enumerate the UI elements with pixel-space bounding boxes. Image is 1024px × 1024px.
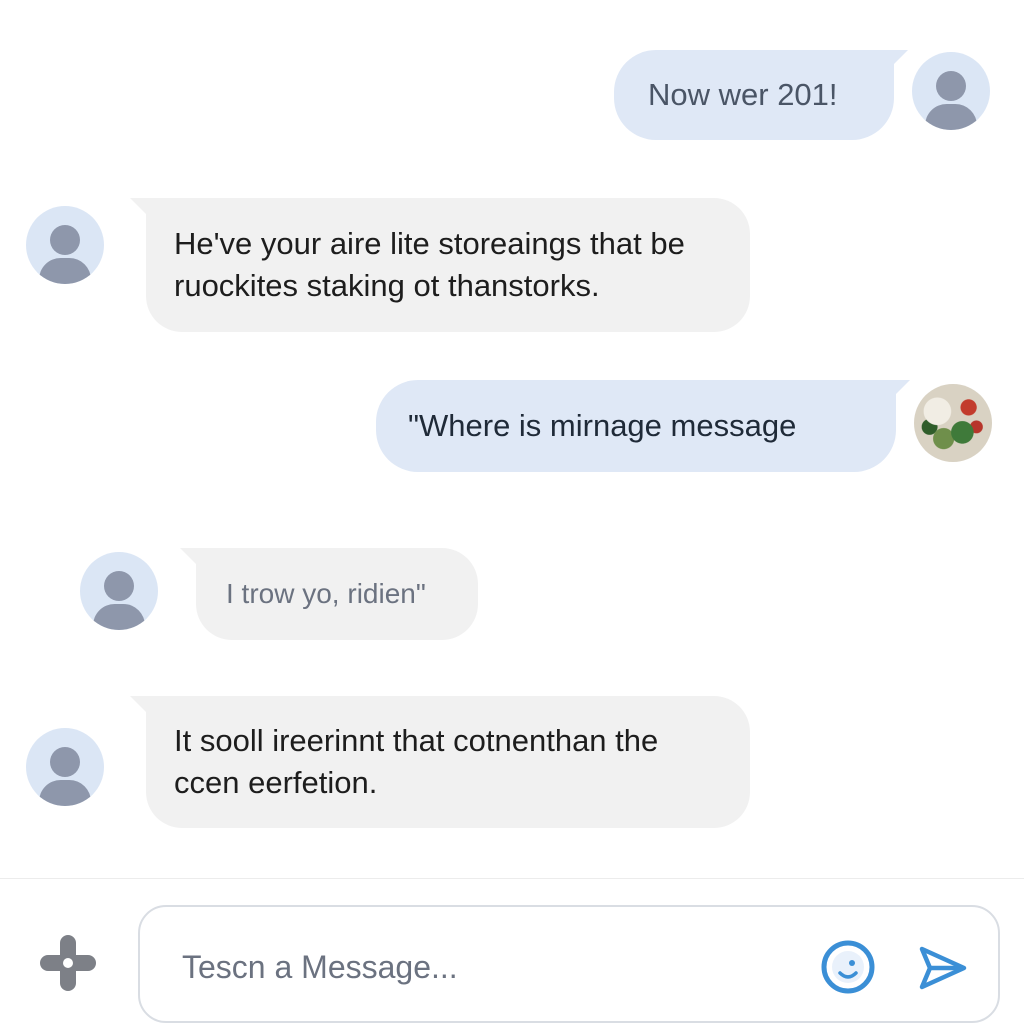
message-bubble-received[interactable]: It sooll ireerinnt that cotnenthan the c… [130,696,750,828]
message-text: "Where is mirnage message [408,408,797,443]
message-bubble-received[interactable]: I trow yo, ridien" [180,548,478,640]
message-text: It sooll ireerinnt that cotnenthan the c… [174,723,659,800]
user-avatar-icon[interactable] [912,52,990,130]
emoji-icon[interactable] [820,939,876,995]
message-composer [0,878,1024,1024]
message-bubble-received[interactable]: He've your aire lite storeaings that be … [130,198,750,332]
send-icon[interactable] [916,941,970,995]
user-avatar-icon[interactable] [80,552,158,630]
message-list[interactable]: Now wer 201! He've your aire lite storea… [0,0,1024,878]
message-text: I trow yo, ridien" [226,578,426,609]
user-avatar-icon[interactable] [26,206,104,284]
message-text: He've your aire lite storeaings that be … [174,226,685,303]
message-text: Now wer 201! [648,77,838,112]
message-bubble-sent[interactable]: "Where is mirnage message [376,380,910,472]
user-avatar-icon[interactable] [26,728,104,806]
message-input-box [138,905,1000,1023]
message-bubble-sent[interactable]: Now wer 201! [614,50,908,140]
contact-photo-avatar[interactable] [914,384,992,462]
plus-icon[interactable] [36,931,100,995]
message-input[interactable] [182,943,782,991]
